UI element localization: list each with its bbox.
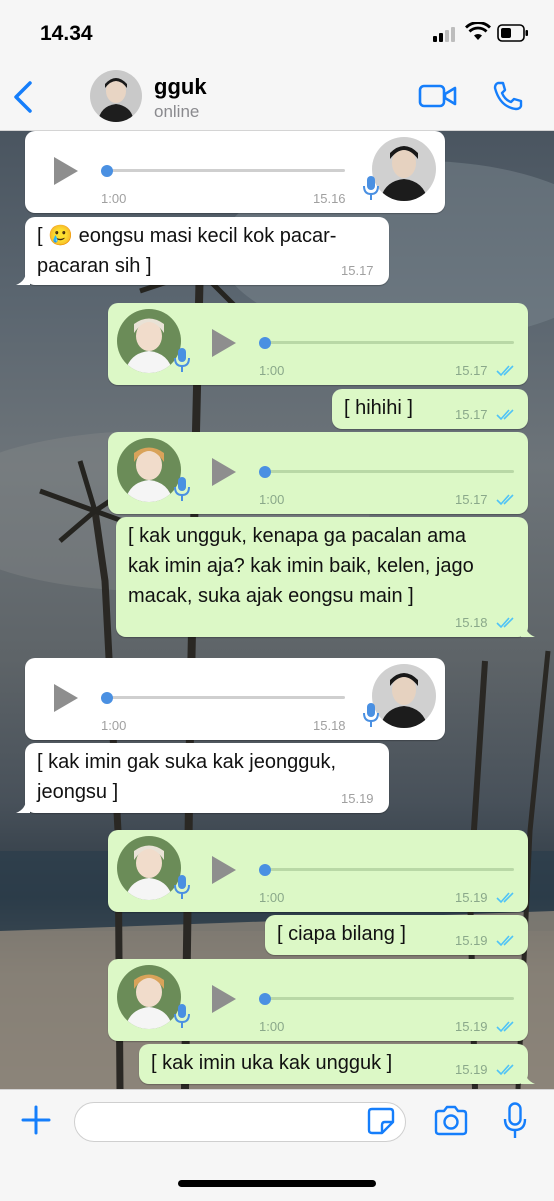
read-ticks-icon <box>496 409 514 421</box>
message-text-line: [ kak imin gak suka kak jeongguk, <box>37 751 337 773</box>
message-input[interactable] <box>74 1102 406 1142</box>
contact-status: online <box>154 102 200 121</box>
read-ticks-icon <box>496 935 514 947</box>
message-text-line: macak, suka ajak eongsu main ] <box>128 585 414 607</box>
voice-message-outgoing[interactable]: 1:00 15.17 <box>108 432 528 514</box>
message-text-line: kak imin aja? kak imin baik, kelen, jago <box>128 555 474 577</box>
sticker-icon[interactable] <box>367 1107 395 1135</box>
message-timestamp: 15.19 <box>455 1062 488 1077</box>
microphone-icon <box>174 1004 190 1028</box>
message-timestamp: 15.19 <box>455 933 488 948</box>
contact-name[interactable]: gguk <box>154 74 207 100</box>
voice-message-incoming[interactable]: 1:00 15.18 <box>25 658 445 740</box>
voice-progress-handle[interactable] <box>259 466 271 478</box>
voice-progress-handle[interactable] <box>259 337 271 349</box>
voice-duration: 1:00 <box>259 890 285 905</box>
read-ticks-icon <box>496 892 514 904</box>
sender-avatar <box>117 309 181 373</box>
voice-message-outgoing[interactable]: 1:00 15.19 <box>108 830 528 912</box>
voice-progress-track[interactable] <box>105 169 345 172</box>
message-timestamp: 15.17 <box>455 492 488 507</box>
status-bar: 14.34 <box>0 0 554 64</box>
message-timestamp: 15.17 <box>341 263 374 278</box>
play-icon[interactable] <box>212 329 236 357</box>
wifi-icon <box>465 22 491 40</box>
microphone-icon <box>174 875 190 899</box>
message-text-line: [ 🥲 eongsu masi kecil kok pacar- <box>37 225 337 247</box>
microphone-icon <box>363 176 379 200</box>
phone-icon[interactable] <box>492 80 524 112</box>
chat-area[interactable]: 1:00 15.16 [ 🥲 eongsu masi kecil kok pac… <box>0 131 554 1089</box>
voice-progress-handle[interactable] <box>259 993 271 1005</box>
message-text-line: [ hihihi ] <box>344 397 413 419</box>
text-message-incoming[interactable]: [ kak imin gak suka kak jeongguk, jeongs… <box>16 743 389 813</box>
message-timestamp: 15.19 <box>341 791 374 806</box>
read-ticks-icon <box>496 1021 514 1033</box>
voice-duration: 1:00 <box>259 1019 285 1034</box>
message-timestamp: 15.16 <box>313 191 346 206</box>
message-timestamp: 15.19 <box>455 1019 488 1034</box>
text-message-outgoing[interactable]: [ kak imin uka kak ungguk ] 15.19 <box>139 1044 535 1084</box>
message-text-line: jeongsu ] <box>37 781 119 803</box>
microphone-icon <box>174 477 190 501</box>
text-message-outgoing[interactable]: [ kak ungguk, kenapa ga pacalan ama kak … <box>116 517 535 637</box>
voice-progress-handle[interactable] <box>101 165 113 177</box>
sender-avatar <box>372 137 436 201</box>
sender-avatar <box>372 664 436 728</box>
voice-progress-handle[interactable] <box>101 692 113 704</box>
message-timestamp: 15.18 <box>455 615 488 630</box>
play-icon[interactable] <box>54 684 78 712</box>
message-timestamp: 15.17 <box>455 407 488 422</box>
voice-progress-track[interactable] <box>105 696 345 699</box>
cellular-signal-icon <box>433 26 461 42</box>
sender-avatar <box>117 438 181 502</box>
status-time: 14.34 <box>40 22 93 45</box>
contact-avatar[interactable] <box>90 70 142 122</box>
voice-message-incoming[interactable]: 1:00 15.16 <box>25 131 445 213</box>
voice-progress-track[interactable] <box>264 868 514 871</box>
play-icon[interactable] <box>212 856 236 884</box>
message-timestamp: 15.19 <box>455 890 488 905</box>
sender-avatar <box>117 965 181 1029</box>
text-message-outgoing[interactable]: [ ciapa bilang ] 15.19 <box>265 915 528 955</box>
microphone-icon <box>174 348 190 372</box>
voice-duration: 1:00 <box>101 191 127 206</box>
text-message-outgoing[interactable]: [ hihihi ] 15.17 <box>332 389 528 429</box>
plus-icon[interactable] <box>20 1104 52 1136</box>
microphone-icon[interactable] <box>503 1102 527 1140</box>
voice-message-outgoing[interactable]: 1:00 15.17 <box>108 303 528 385</box>
message-timestamp: 15.18 <box>313 718 346 733</box>
voice-duration: 1:00 <box>259 492 285 507</box>
composer-bar <box>0 1089 554 1201</box>
message-timestamp: 15.17 <box>455 363 488 378</box>
message-text-line: [ ciapa bilang ] <box>277 923 406 945</box>
home-indicator <box>178 1180 376 1187</box>
read-ticks-icon <box>496 365 514 377</box>
play-icon[interactable] <box>212 985 236 1013</box>
message-text-line: [ kak imin uka kak ungguk ] <box>151 1052 393 1074</box>
chat-header: gguk online <box>0 64 554 131</box>
voice-message-outgoing[interactable]: 1:00 15.19 <box>108 959 528 1041</box>
sender-avatar <box>117 836 181 900</box>
voice-progress-handle[interactable] <box>259 864 271 876</box>
read-ticks-icon <box>496 617 514 629</box>
voice-duration: 1:00 <box>101 718 127 733</box>
play-icon[interactable] <box>54 157 78 185</box>
text-message-incoming[interactable]: [ 🥲 eongsu masi kecil kok pacar- pacaran… <box>16 217 389 285</box>
read-ticks-icon <box>496 494 514 506</box>
message-text-line: pacaran sih ] <box>37 255 152 277</box>
chevron-left-icon[interactable] <box>10 80 36 114</box>
voice-duration: 1:00 <box>259 363 285 378</box>
battery-icon <box>497 24 528 42</box>
voice-progress-track[interactable] <box>264 997 514 1000</box>
play-icon[interactable] <box>212 458 236 486</box>
voice-progress-track[interactable] <box>264 341 514 344</box>
microphone-icon <box>363 703 379 727</box>
read-ticks-icon <box>496 1064 514 1076</box>
video-camera-icon[interactable] <box>418 82 458 110</box>
voice-progress-track[interactable] <box>264 470 514 473</box>
camera-icon[interactable] <box>433 1105 469 1137</box>
message-text-line: [ kak ungguk, kenapa ga pacalan ama <box>128 525 467 547</box>
